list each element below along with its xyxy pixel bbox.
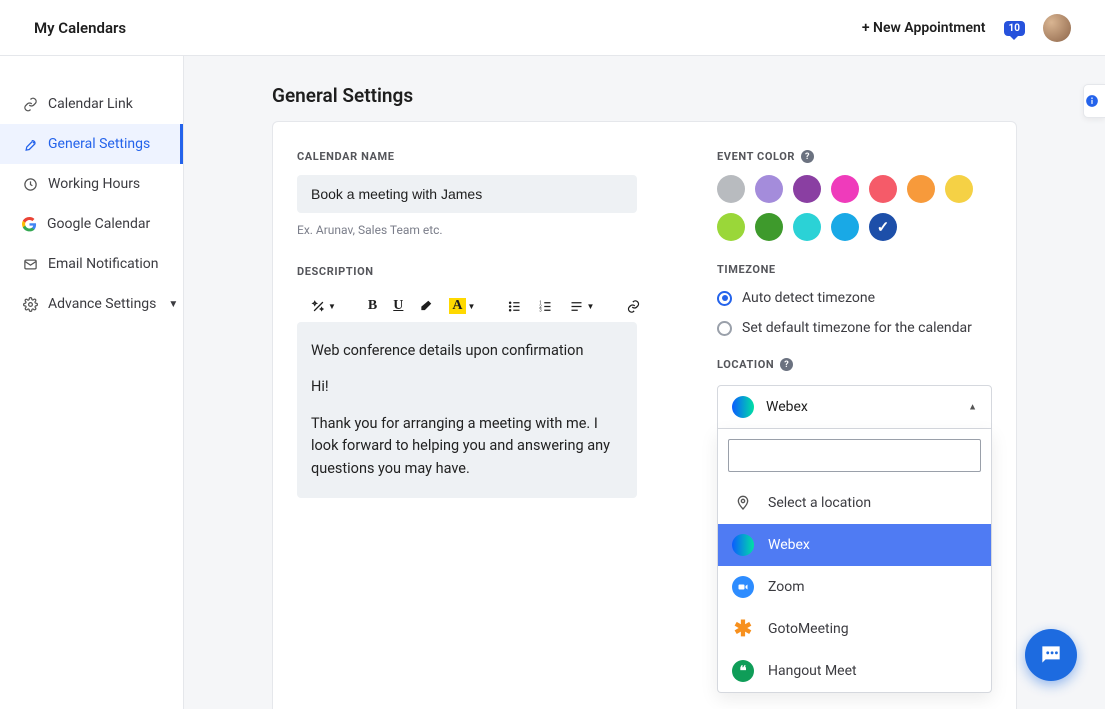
help-icon[interactable]: ? <box>801 150 814 163</box>
color-swatch[interactable] <box>831 213 859 241</box>
sidebar-item-google-calendar[interactable]: Google Calendar <box>0 204 183 244</box>
location-select[interactable]: Webex ▲ <box>717 385 992 429</box>
eraser-button[interactable] <box>419 299 433 313</box>
location-selected-label: Webex <box>766 399 808 415</box>
location-dropdown-panel: Select a location Webex Zoom <box>717 429 992 693</box>
pin-icon <box>732 492 754 514</box>
user-avatar[interactable] <box>1043 14 1071 42</box>
page-title-header: My Calendars <box>34 19 126 37</box>
link-icon <box>22 96 38 112</box>
event-color-label: EVENT COLOR ? <box>717 150 992 163</box>
header-actions: + New Appointment 10 <box>862 14 1071 42</box>
ordered-list-button[interactable]: 123 <box>538 299 553 314</box>
timezone-auto-radio[interactable]: Auto detect timezone <box>717 290 992 306</box>
location-search-input[interactable] <box>728 439 981 472</box>
link-button[interactable] <box>626 299 641 314</box>
location-option-hangout[interactable]: ❝ Hangout Meet <box>718 650 991 692</box>
sidebar-item-calendar-link[interactable]: Calendar Link <box>0 84 183 124</box>
description-editor[interactable]: Web conference details upon confirmation… <box>297 322 637 498</box>
description-line: Thank you for arranging a meeting with m… <box>311 413 623 480</box>
color-swatch[interactable] <box>793 175 821 203</box>
sidebar-item-working-hours[interactable]: Working Hours <box>0 164 183 204</box>
calendar-name-label: CALENDAR NAME <box>297 150 637 163</box>
chevron-down-icon: ▼ <box>328 302 336 311</box>
sidebar-item-advance-settings[interactable]: Advance Settings ▼ <box>0 284 183 324</box>
sidebar-item-email-notification[interactable]: Email Notification <box>0 244 183 284</box>
page-title: General Settings <box>272 84 1017 107</box>
color-swatch[interactable] <box>717 175 745 203</box>
new-appointment-button[interactable]: + New Appointment <box>862 20 986 36</box>
location-option-zoom[interactable]: Zoom <box>718 566 991 608</box>
notifications-button[interactable]: 10 <box>1004 19 1025 36</box>
sidebar-label: Working Hours <box>48 176 140 192</box>
location-option-goto[interactable]: ✱ GotoMeeting <box>718 608 991 650</box>
bold-button[interactable]: B <box>368 298 377 314</box>
zoom-icon <box>732 576 754 598</box>
wrench-icon <box>22 136 38 152</box>
location-option-select[interactable]: Select a location <box>718 482 991 524</box>
color-swatch[interactable] <box>717 213 745 241</box>
calendar-name-input[interactable] <box>297 175 637 213</box>
color-swatch[interactable] <box>831 175 859 203</box>
color-swatch[interactable] <box>755 213 783 241</box>
sidebar-item-general-settings[interactable]: General Settings <box>0 124 183 164</box>
color-swatch[interactable] <box>755 175 783 203</box>
radio-icon <box>717 291 732 306</box>
description-label: DESCRIPTION <box>297 265 637 278</box>
webex-icon <box>732 396 754 418</box>
settings-card: CALENDAR NAME Ex. Arunav, Sales Team etc… <box>272 121 1017 709</box>
color-swatch[interactable] <box>945 175 973 203</box>
clock-icon <box>22 176 38 192</box>
location-search-wrap <box>718 429 991 482</box>
radio-icon <box>717 321 732 336</box>
gear-icon <box>22 296 38 312</box>
goto-icon: ✱ <box>732 618 754 640</box>
description-line: Web conference details upon confirmation <box>311 340 623 362</box>
color-swatch[interactable] <box>869 175 897 203</box>
color-swatch[interactable] <box>907 175 935 203</box>
mail-icon <box>22 256 38 272</box>
location-option-webex[interactable]: Webex <box>718 524 991 566</box>
sidebar-label: Advance Settings <box>48 296 156 312</box>
location-label: LOCATION ? <box>717 358 992 371</box>
chevron-down-icon: ▼ <box>586 302 594 311</box>
hangout-icon: ❝ <box>732 660 754 682</box>
underline-button[interactable]: U <box>393 298 403 314</box>
svg-text:3: 3 <box>540 308 543 313</box>
sidebar-label: Google Calendar <box>47 216 150 232</box>
timezone-manual-radio[interactable]: Set default timezone for the calendar <box>717 320 992 336</box>
color-swatch[interactable] <box>793 213 821 241</box>
sidebar-label: General Settings <box>48 136 150 152</box>
calendar-name-hint: Ex. Arunav, Sales Team etc. <box>297 223 637 237</box>
paragraph-button[interactable]: ▼ <box>569 299 594 314</box>
editor-toolbar: ▼ B U A▼ <box>297 288 637 322</box>
text-color-button[interactable]: A▼ <box>449 298 475 314</box>
magic-icon[interactable]: ▼ <box>311 299 336 314</box>
color-swatch[interactable] <box>869 213 897 241</box>
app-header: My Calendars + New Appointment 10 <box>0 0 1105 56</box>
webex-icon <box>732 534 754 556</box>
help-icon[interactable]: ? <box>780 358 793 371</box>
chevron-down-icon: ▼ <box>168 299 178 310</box>
description-line: Hi! <box>311 376 623 398</box>
chevron-up-icon: ▲ <box>968 402 977 413</box>
sidebar-label: Email Notification <box>48 256 159 272</box>
unordered-list-button[interactable] <box>507 299 522 314</box>
timezone-label: TIMEZONE <box>717 263 992 276</box>
chat-fab-button[interactable] <box>1025 629 1077 681</box>
sidebar-label: Calendar Link <box>48 96 133 112</box>
content: General Settings CALENDAR NAME Ex. Aruna… <box>184 56 1105 709</box>
info-tab-button[interactable] <box>1083 84 1105 118</box>
sidebar: Calendar Link General Settings Working H… <box>0 56 184 709</box>
notification-badge: 10 <box>1004 21 1025 36</box>
color-swatches <box>717 175 977 241</box>
google-icon <box>22 217 37 232</box>
chevron-down-icon: ▼ <box>468 302 476 311</box>
